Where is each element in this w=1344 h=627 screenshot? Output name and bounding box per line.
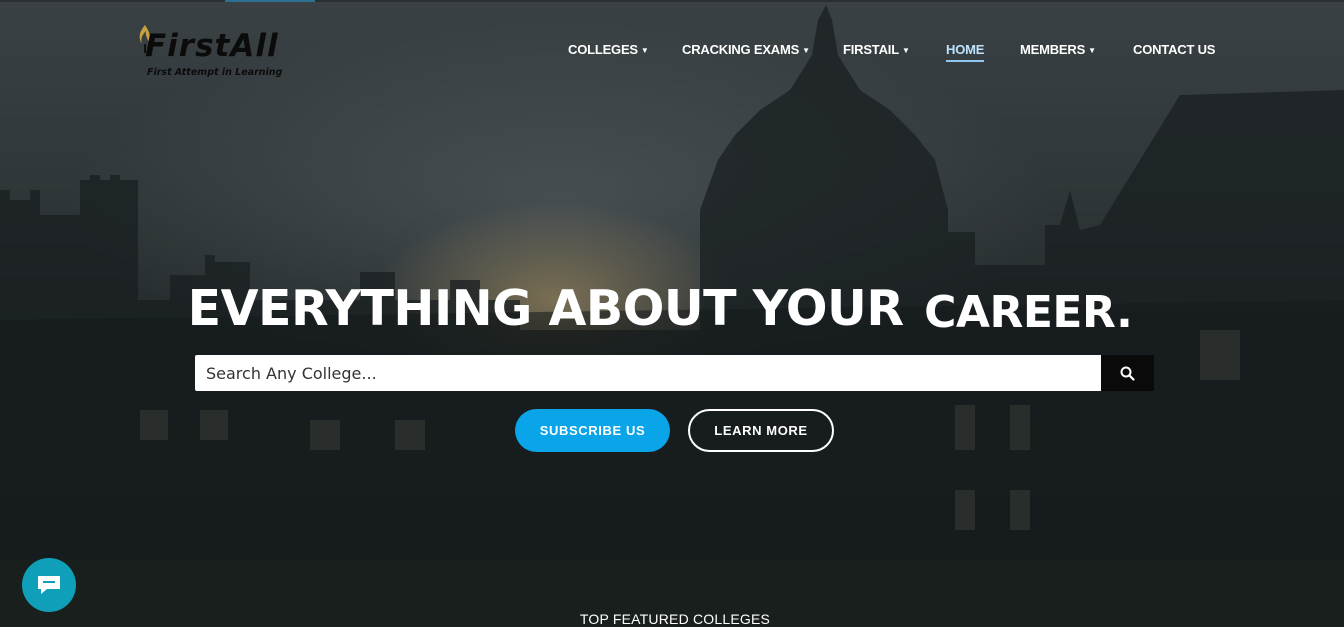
hero-headline: EVERYTHING ABOUT YOUR CAREER. — [0, 280, 1320, 338]
chevron-down-icon: ▼ — [640, 46, 649, 55]
nav-item-home[interactable]: HOME — [946, 42, 985, 62]
top-border — [0, 0, 1344, 2]
chat-widget-button[interactable] — [22, 558, 76, 612]
logo-tagline: First Attempt in Learning — [147, 67, 283, 78]
chevron-down-icon: ▼ — [802, 46, 810, 55]
nav-item-colleges[interactable]: COLLEGES ▼ — [568, 42, 649, 57]
logo-brand-text: FirstAll — [145, 28, 279, 64]
nav-item-cracking-exams[interactable]: CRACKING EXAMS ▼ — [682, 42, 810, 57]
section-title-featured-colleges: TOP FEATURED COLLEGES — [579, 611, 771, 627]
headline-part2: CAREER. — [924, 287, 1133, 338]
chevron-down-icon: ▼ — [901, 46, 910, 55]
nav-item-contact-us[interactable]: CONTACT US — [1133, 42, 1215, 57]
search-icon — [1120, 366, 1135, 381]
subscribe-button[interactable]: SUBSCRIBE US — [515, 409, 670, 452]
nav-item-members[interactable]: MEMBERS ▼ — [1020, 42, 1096, 57]
chat-bubble-icon — [38, 576, 60, 594]
college-search-input[interactable] — [195, 355, 1101, 391]
site-logo[interactable]: FirstAll First Attempt in Learning — [137, 22, 287, 82]
learn-more-button[interactable]: LEARN MORE — [688, 409, 834, 452]
chevron-down-icon: ▼ — [1088, 46, 1096, 55]
nav-item-firstail[interactable]: FIRSTAIL ▼ — [843, 42, 910, 57]
search-button[interactable] — [1101, 355, 1154, 391]
headline-part1: EVERYTHING ABOUT YOUR — [187, 280, 904, 337]
